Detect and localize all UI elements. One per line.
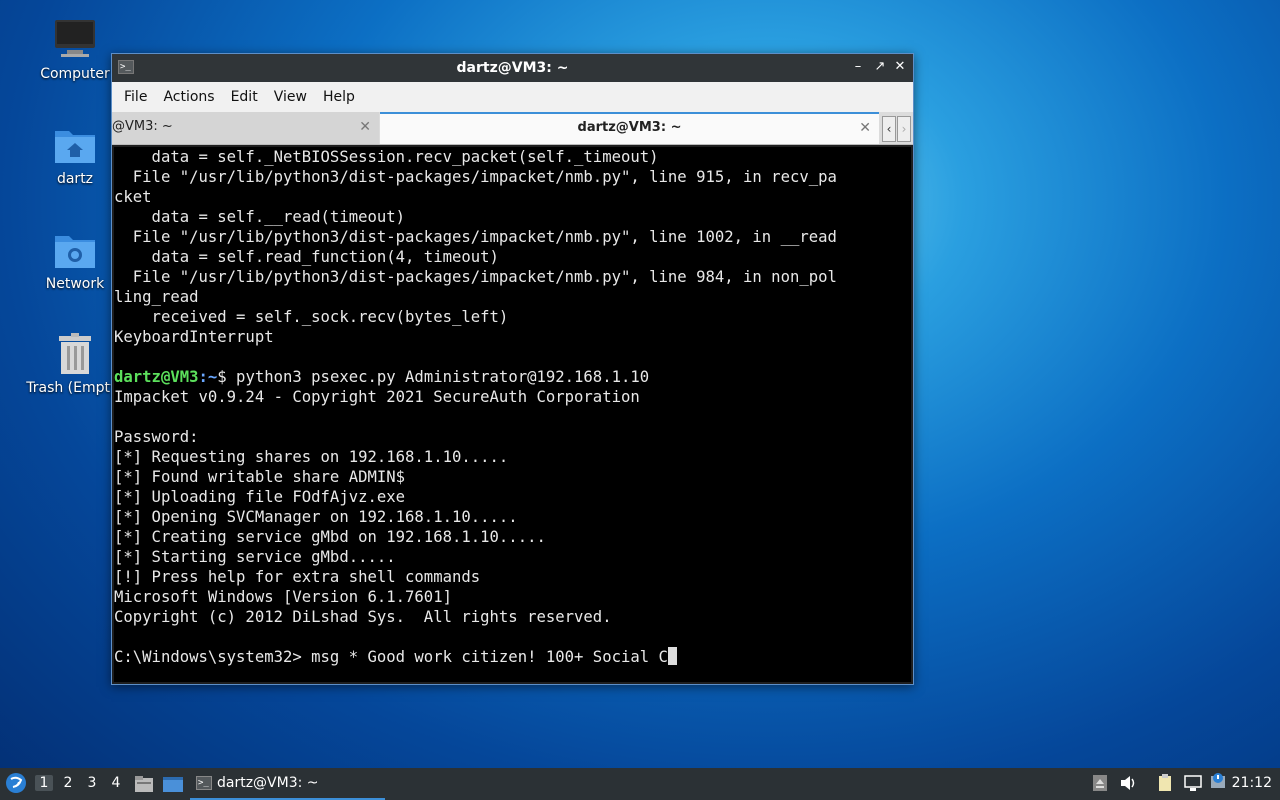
clipboard-icon[interactable]	[1156, 774, 1174, 792]
menu-help[interactable]: Help	[315, 89, 363, 105]
text-cursor	[667, 647, 677, 665]
eject-icon[interactable]	[1091, 774, 1109, 792]
terminal-line: [*] Creating service gMbd on 192.168.1.1…	[114, 528, 546, 546]
terminal-line: Impacket v0.9.24 - Copyright 2021 Secure…	[114, 388, 640, 406]
show-desktop-icon[interactable]	[162, 774, 184, 798]
tab-scroll-left-icon[interactable]: ‹	[882, 116, 896, 142]
title-bar[interactable]: >_ dartz@VM3: ~ – ↗ ✕	[112, 54, 913, 82]
home-folder-icon	[53, 123, 97, 167]
terminal-line: [*] Uploading file FOdfAjvz.exe	[114, 488, 406, 506]
current-input: C:\Windows\system32> msg * Good work cit…	[114, 648, 668, 666]
volume-icon[interactable]	[1119, 774, 1137, 792]
clock[interactable]: 21:12	[1232, 775, 1272, 791]
terminal-line: data = self.read_function(4, timeout)	[114, 248, 499, 266]
desktop-icon-label: Network	[45, 276, 105, 292]
menu-file[interactable]: File	[116, 89, 155, 105]
prompt-user: dartz@VM3	[114, 368, 199, 386]
desktop-icon-label: Trash (Empty)	[26, 380, 124, 396]
workspace-3[interactable]: 3	[83, 775, 101, 791]
menu-actions[interactable]: Actions	[155, 89, 222, 105]
tab-1[interactable]: @VM3: ~ ✕	[112, 112, 379, 144]
terminal-line: Microsoft Windows [Version 6.1.7601]	[114, 588, 452, 606]
terminal-line: [*] Found writable share ADMIN$	[114, 468, 406, 486]
workspace-1[interactable]: 1	[35, 775, 53, 791]
desktop-icon-label: Computer	[40, 66, 110, 82]
terminal-line: [*] Opening SVCManager on 192.168.1.10..…	[114, 508, 518, 526]
desktop-icon-label: dartz	[56, 171, 94, 187]
tab-close-icon[interactable]: ✕	[359, 112, 371, 142]
terminal-output[interactable]: data = self._NetBIOSSession.recv_packet(…	[114, 147, 911, 682]
trash-icon	[53, 332, 97, 376]
taskbar-window-button[interactable]: >_ dartz@VM3: ~	[190, 770, 385, 800]
terminal-line: data = self.__read(timeout)	[114, 208, 406, 226]
terminal-line: [*] Requesting shares on 192.168.1.10...…	[114, 448, 509, 466]
app-menu-icon[interactable]	[5, 772, 27, 794]
terminal-icon: >_	[196, 776, 212, 790]
terminal-window: >_ dartz@VM3: ~ – ↗ ✕ File Actions Edit …	[111, 53, 914, 685]
terminal-line: Copyright (c) 2012 DiLshad Sys. All righ…	[114, 608, 612, 626]
terminal-line: File "/usr/lib/python3/dist-packages/imp…	[114, 168, 837, 186]
taskbar-window-label: dartz@VM3: ~	[217, 775, 319, 791]
workspace-2[interactable]: 2	[59, 775, 77, 791]
tab-label: @VM3: ~	[112, 119, 173, 134]
tab-bar: @VM3: ~ ✕ dartz@VM3: ~ ✕ ‹ ›	[112, 112, 913, 145]
terminal-line: data = self._NetBIOSSession.recv_packet(…	[114, 148, 659, 166]
terminal-line: cket	[114, 188, 152, 206]
menu-bar: File Actions Edit View Help	[112, 82, 913, 112]
menu-edit[interactable]: Edit	[223, 89, 266, 105]
tab-close-icon[interactable]: ✕	[859, 114, 871, 142]
workspace-4[interactable]: 4	[107, 775, 125, 791]
file-manager-icon[interactable]	[134, 774, 154, 798]
terminal-line: [!] Press help for extra shell commands	[114, 568, 481, 586]
network-icon[interactable]	[1184, 774, 1202, 792]
input-line[interactable]: C:\Windows\system32> msg * Good work cit…	[114, 647, 911, 667]
tab-label: dartz@VM3: ~	[577, 120, 682, 135]
terminal-line: File "/usr/lib/python3/dist-packages/imp…	[114, 268, 837, 286]
terminal-line: KeyboardInterrupt	[114, 328, 274, 346]
close-button[interactable]: ✕	[891, 58, 909, 76]
taskbar: 1 2 3 4 >_ dartz@VM3: ~ 21:12	[0, 768, 1280, 800]
terminal-line: received = self._sock.recv(bytes_left)	[114, 308, 509, 326]
network-folder-icon	[53, 228, 97, 272]
terminal-line: File "/usr/lib/python3/dist-packages/imp…	[114, 228, 837, 246]
prompt-line: dartz@VM3:~$ python3 psexec.py Administr…	[114, 367, 911, 387]
tab-scroll-right-icon[interactable]: ›	[897, 116, 911, 142]
tab-2[interactable]: dartz@VM3: ~ ✕	[380, 112, 879, 144]
computer-icon	[53, 18, 97, 62]
terminal-line: [*] Starting service gMbd.....	[114, 548, 396, 566]
menu-view[interactable]: View	[266, 89, 315, 105]
minimize-button[interactable]: –	[849, 58, 867, 76]
terminal-line: Password:	[114, 428, 199, 446]
prompt-command: $ python3 psexec.py Administrator@192.16…	[217, 368, 650, 386]
terminal-line: ling_read	[114, 288, 199, 306]
maximize-button[interactable]: ↗	[871, 58, 889, 76]
update-notification-icon[interactable]	[1209, 772, 1227, 790]
prompt-path: :~	[198, 368, 218, 386]
window-title: dartz@VM3: ~	[456, 60, 569, 76]
